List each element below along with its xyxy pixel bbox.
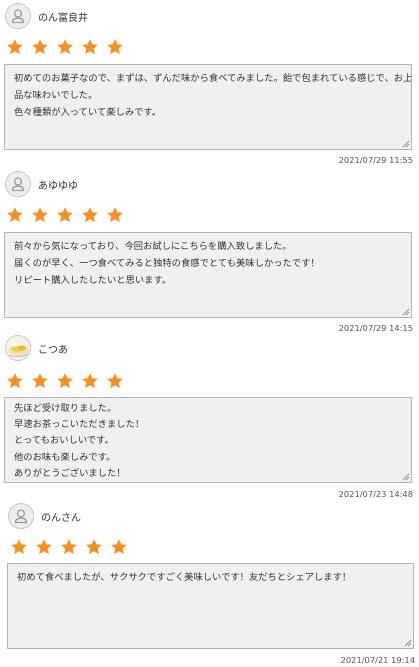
review-date: 2021/07/29 14:15 [338,323,413,333]
reviewer-name: こつあ [38,344,68,356]
default-user-icon [5,171,31,197]
star-icon [60,538,78,556]
reviewer-name: あゆゆゆ [38,180,78,192]
review-header: のんさん [8,502,81,530]
star-rating [6,206,131,226]
star-icon [81,206,99,224]
star-icon [6,38,24,56]
review-text-box[interactable]: 前々から気になっており、今回お試しにこちらを購入致しました。 届くのが早く、一つ… [4,232,412,318]
star-icon [6,206,24,224]
star-icon [110,538,128,556]
review-text-line: とってもおいしいです。 [14,435,114,447]
star-rating [6,372,131,392]
star-icon [106,38,124,56]
review-header: こつあ [5,334,68,362]
review-header: あゆゆゆ [5,170,78,198]
star-icon [81,38,99,56]
review-card: のんさん 初めて食べましたが、サクサクですごく美味しいです！友だちとシェアします… [0,502,419,667]
review-text-box[interactable]: 初めてのお菓子なので、まずは、ずんだ味から食べてみました。飴で包まれている感じで… [4,64,412,150]
star-icon [35,538,53,556]
default-user-icon [5,3,31,29]
star-icon [31,372,49,390]
star-icon [81,372,99,390]
review-header: のん富良井 [5,2,88,30]
reviewer-name: のんさん [41,512,81,524]
review-text-box[interactable]: 初めて食べましたが、サクサクですごく美味しいです！友だちとシェアします！ [7,563,414,649]
review-text-line: リピート購入したしたいと思います。 [14,275,172,286]
resize-handle-icon[interactable] [402,140,410,148]
star-rating [10,538,135,558]
review-card: こつあ 先ほど受け取りました。 早速お茶っこいただきました！ とってもおいしいで… [0,334,419,500]
star-icon [106,206,124,224]
star-icon [56,372,74,390]
star-rating [6,38,131,58]
default-user-icon [8,503,34,529]
review-card: のん富良井 初めてのお菓子なので、まずは、ずんだ味から食べてみました。飴で包まれ… [0,2,419,168]
review-text-line: 届くのが早く、一つ食べてみると独特の食感でとても美味しかったです！ [14,258,320,269]
review-date: 2021/07/21 19:14 [340,655,415,665]
review-text-line: 前々から気になっており、今回お試しにこちらを購入致しました。 [14,241,292,252]
review-text-line: 初めて食べましたが、サクサクですごく美味しいです！友だちとシェアします！ [17,572,352,583]
review-text-line: 先ほど受け取りました。 [14,403,117,414]
resize-handle-icon[interactable] [404,639,412,647]
review-text-line: 色々種類が入っていて楽しみです。 [14,107,162,118]
star-icon [31,206,49,224]
star-icon [56,38,74,56]
review-text-line: 早速お茶っこいただきました！ [14,419,145,431]
review-text-line: 他のお味も楽しみです。 [14,451,116,463]
review-date: 2021/07/23 14:48 [338,489,413,499]
review-text-line: ありがとうございました！ [14,467,126,479]
review-text-box[interactable]: 先ほど受け取りました。 早速お茶っこいただきました！ とってもおいしいです。 他… [4,397,412,483]
review-text-line: 初めてのお菓子なので、まずは、ずんだ味から食べてみました。飴で包まれている感じで… [14,73,412,84]
star-icon [85,538,103,556]
star-icon [56,206,74,224]
review-date: 2021/07/29 11:55 [338,155,413,165]
star-icon [6,372,24,390]
review-text-line: 品な味わいでした。 [14,90,98,101]
star-icon [31,38,49,56]
resize-handle-icon[interactable] [402,308,410,316]
review-card: あゆゆゆ 前々から気になっており、今回お試しにこちらを購入致しました。 届くのが… [0,170,419,336]
photo-avatar [5,335,31,361]
star-icon [106,372,124,390]
resize-handle-icon[interactable] [402,473,410,481]
star-icon [10,538,28,556]
reviewer-name: のん富良井 [38,12,88,24]
